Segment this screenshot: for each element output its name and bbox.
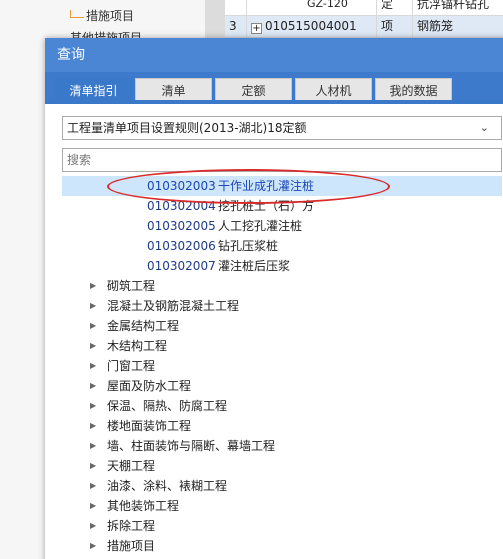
item-name: 挖孔桩土（石）方 xyxy=(218,199,315,213)
rule-select-value: 工程量清单项目设置规则(2013-湖北)18定额 xyxy=(67,121,307,135)
tree-category[interactable]: ▶ 保温、隔热、防腐工程 xyxy=(62,396,502,416)
tree-category[interactable]: ▶ 木结构工程 xyxy=(62,336,502,356)
caret-right-icon[interactable]: ▶ xyxy=(90,416,96,436)
rule-select[interactable]: 工程量清单项目设置规则(2013-湖北)18定额 ⌄ xyxy=(62,116,502,140)
tree-category[interactable]: ▶ 金属结构工程 xyxy=(62,316,502,336)
category-label: 屋面及防水工程 xyxy=(107,379,192,393)
grid-row[interactable]: GZ-120 定 抗浮锚杆钻孔 xyxy=(225,0,503,16)
tree-item[interactable]: 010302003 干作业成孔灌注桩 xyxy=(62,176,502,196)
grid-cell-name: 钢筋笼 xyxy=(417,19,454,33)
caret-right-icon[interactable]: ▶ xyxy=(90,296,96,316)
tree-item[interactable]: 010302005 人工挖孔灌注桩 xyxy=(62,216,502,236)
category-label: 保温、隔热、防腐工程 xyxy=(107,399,228,413)
category-label: 拆除工程 xyxy=(107,519,156,533)
grid-cell-code: +010515004001 xyxy=(247,16,377,37)
background-tree-item[interactable]: 措施项目 xyxy=(70,6,134,26)
category-label: 混凝土及钢筋混凝土工程 xyxy=(107,299,240,313)
item-name: 钻孔压浆桩 xyxy=(218,239,279,253)
tree-category[interactable]: ▶ 混凝土及钢筋混凝土工程 xyxy=(62,296,502,316)
tree-category[interactable]: ▶ 屋面及防水工程 xyxy=(62,376,502,396)
guide-tree: 010302003 干作业成孔灌注桩 010302004 挖孔桩土（石）方 01… xyxy=(62,176,502,556)
item-code: 010302003 xyxy=(147,179,216,193)
tree-category[interactable]: ▶ 楼地面装饰工程 xyxy=(62,416,502,436)
category-label: 油漆、涂料、裱糊工程 xyxy=(107,479,228,493)
tree-category[interactable]: ▶ 拆除工程 xyxy=(62,516,502,536)
category-label: 墙、柱面装饰与隔断、幕墙工程 xyxy=(107,439,276,453)
item-code: 010302004 xyxy=(147,199,216,213)
item-code: 010302007 xyxy=(147,259,216,273)
tree-category[interactable]: ▶ 墙、柱面装饰与隔断、幕墙工程 xyxy=(62,436,502,456)
tree-connector xyxy=(70,10,84,18)
caret-right-icon[interactable]: ▶ xyxy=(90,396,96,416)
caret-right-icon[interactable]: ▶ xyxy=(90,336,96,356)
category-label: 木结构工程 xyxy=(107,339,168,353)
grid-cell-code: GZ-120 xyxy=(247,0,377,15)
tree-category[interactable]: ▶ 门窗工程 xyxy=(62,356,502,376)
tab-labor-material-machine[interactable]: 人材机 xyxy=(295,78,372,104)
category-label: 其他装饰工程 xyxy=(107,499,180,513)
caret-right-icon[interactable]: ▶ xyxy=(90,516,96,536)
grid-cell-name: 抗浮锚杆钻孔 xyxy=(417,0,490,11)
grid-cell-num: 3 xyxy=(225,16,247,37)
category-label: 金属结构工程 xyxy=(107,319,180,333)
query-dialog: 查询 清单指引 清单 定额 人材机 我的数据 工程量清单项目设置规则(2013-… xyxy=(45,38,503,559)
category-label: 楼地面装饰工程 xyxy=(107,419,192,433)
chevron-down-icon[interactable]: ⌄ xyxy=(480,117,489,139)
grid-cell-num xyxy=(225,0,247,15)
grid-cell-type: 定 xyxy=(377,0,413,15)
tree-category[interactable]: ▶ 天棚工程 xyxy=(62,456,502,476)
caret-right-icon[interactable]: ▶ xyxy=(90,536,96,556)
caret-right-icon[interactable]: ▶ xyxy=(90,436,96,456)
grid-row[interactable]: 3 +010515004001 项 钢筋笼 xyxy=(225,16,503,38)
item-name: 干作业成孔灌注桩 xyxy=(218,179,315,193)
background-tree-label: 措施项目 xyxy=(86,9,135,23)
expand-icon[interactable]: + xyxy=(251,23,262,34)
tree-category[interactable]: ▶ 砌筑工程 xyxy=(62,276,502,296)
dialog-title: 查询 xyxy=(45,38,503,72)
grid-cell-type: 项 xyxy=(377,16,413,37)
category-label: 砌筑工程 xyxy=(107,279,156,293)
caret-right-icon[interactable]: ▶ xyxy=(90,276,96,296)
caret-right-icon[interactable]: ▶ xyxy=(90,456,96,476)
search-input[interactable] xyxy=(62,148,502,172)
caret-right-icon[interactable]: ▶ xyxy=(90,316,96,336)
item-code: 010302006 xyxy=(147,239,216,253)
tree-category[interactable]: ▶ 措施项目 xyxy=(62,536,502,556)
tab-quota[interactable]: 定额 xyxy=(215,78,292,104)
tree-item[interactable]: 010302007 灌注桩后压浆 xyxy=(62,256,502,276)
tab-my-data[interactable]: 我的数据 xyxy=(375,78,452,104)
caret-right-icon[interactable]: ▶ xyxy=(90,476,96,496)
category-label: 门窗工程 xyxy=(107,359,156,373)
item-name: 灌注桩后压浆 xyxy=(218,259,291,273)
item-code: 010302005 xyxy=(147,219,216,233)
tree-category[interactable]: ▶ 油漆、涂料、裱糊工程 xyxy=(62,476,502,496)
grid-code-text: 010515004001 xyxy=(265,19,357,33)
tab-list[interactable]: 清单 xyxy=(135,78,212,104)
caret-right-icon[interactable]: ▶ xyxy=(90,376,96,396)
category-label: 措施项目 xyxy=(107,539,156,553)
tree-category[interactable]: ▶ 其他装饰工程 xyxy=(62,496,502,516)
tree-item[interactable]: 010302006 钻孔压浆桩 xyxy=(62,236,502,256)
category-label: 天棚工程 xyxy=(107,459,156,473)
item-name: 人工挖孔灌注桩 xyxy=(218,219,303,233)
tab-list-guide[interactable]: 清单指引 xyxy=(55,78,132,104)
caret-right-icon[interactable]: ▶ xyxy=(90,496,96,516)
dialog-content: 工程量清单项目设置规则(2013-湖北)18定额 ⌄ 010302003 干作业… xyxy=(45,104,503,559)
tab-bar: 清单指引 清单 定额 人材机 我的数据 xyxy=(45,72,503,104)
caret-right-icon[interactable]: ▶ xyxy=(90,356,96,376)
tree-item[interactable]: 010302004 挖孔桩土（石）方 xyxy=(62,196,502,216)
